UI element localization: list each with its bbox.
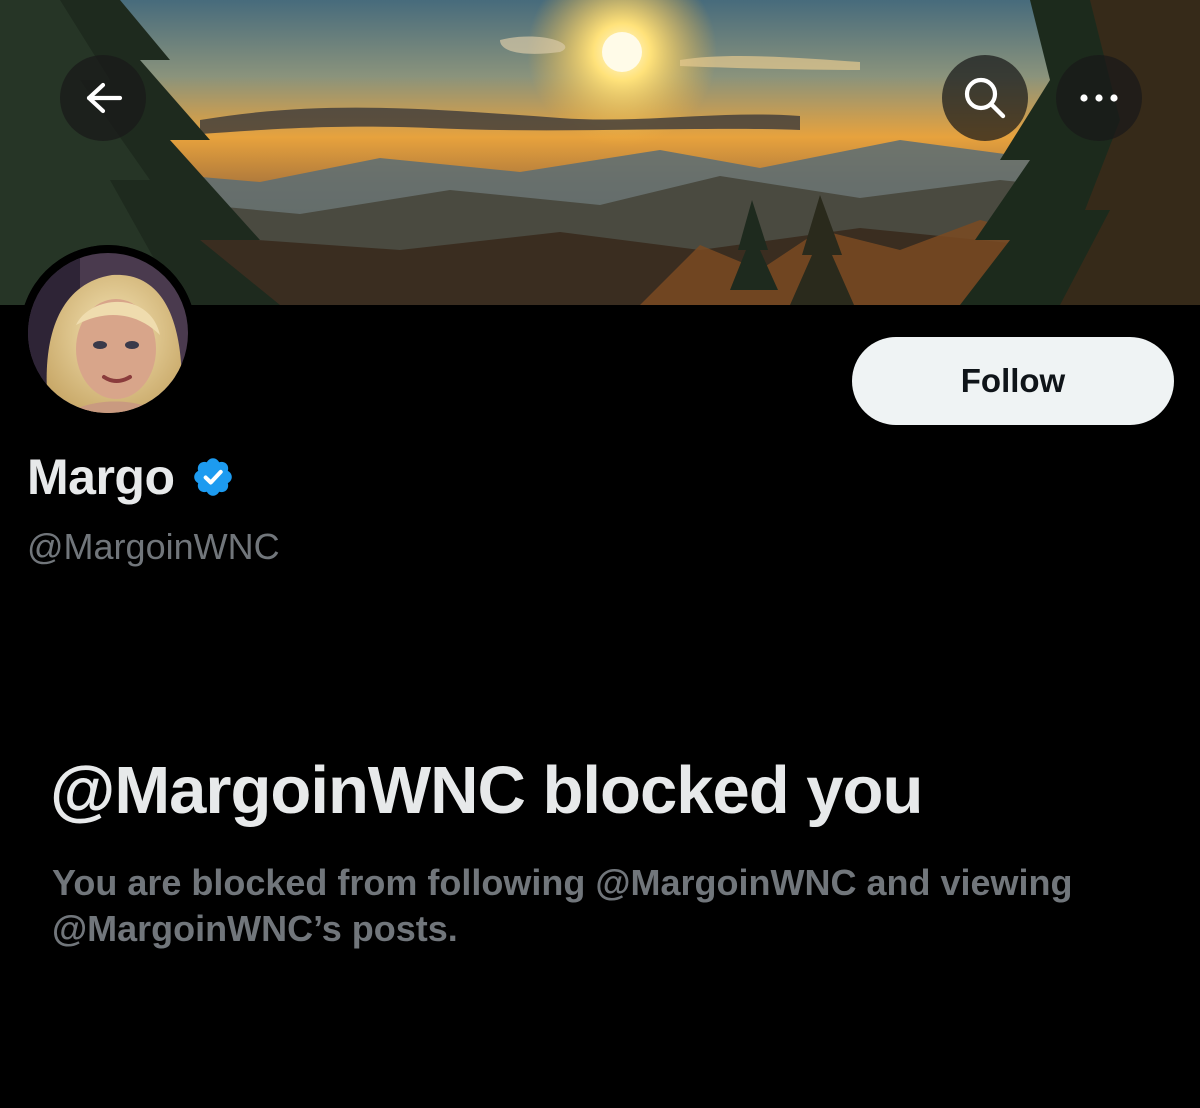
banner-image [0,0,1200,305]
more-horizontal-icon [1080,94,1118,102]
blocked-title: @MargoinWNC blocked you [50,753,923,828]
avatar[interactable] [20,245,196,421]
search-icon [964,77,1006,119]
verified-badge-icon[interactable] [191,455,235,499]
profile-name-row: Margo [27,448,235,506]
blocked-description: You are blocked from following @MargoinW… [52,862,1073,949]
follow-button[interactable]: Follow [852,337,1174,425]
search-button[interactable] [942,55,1028,141]
more-button[interactable] [1056,55,1142,141]
arrow-left-icon [86,82,123,114]
profile-banner[interactable] [0,0,1200,305]
display-name: Margo [27,449,175,505]
profile-handle: @MargoinWNC [27,526,280,567]
avatar-image [20,245,196,421]
back-button[interactable] [60,55,146,141]
